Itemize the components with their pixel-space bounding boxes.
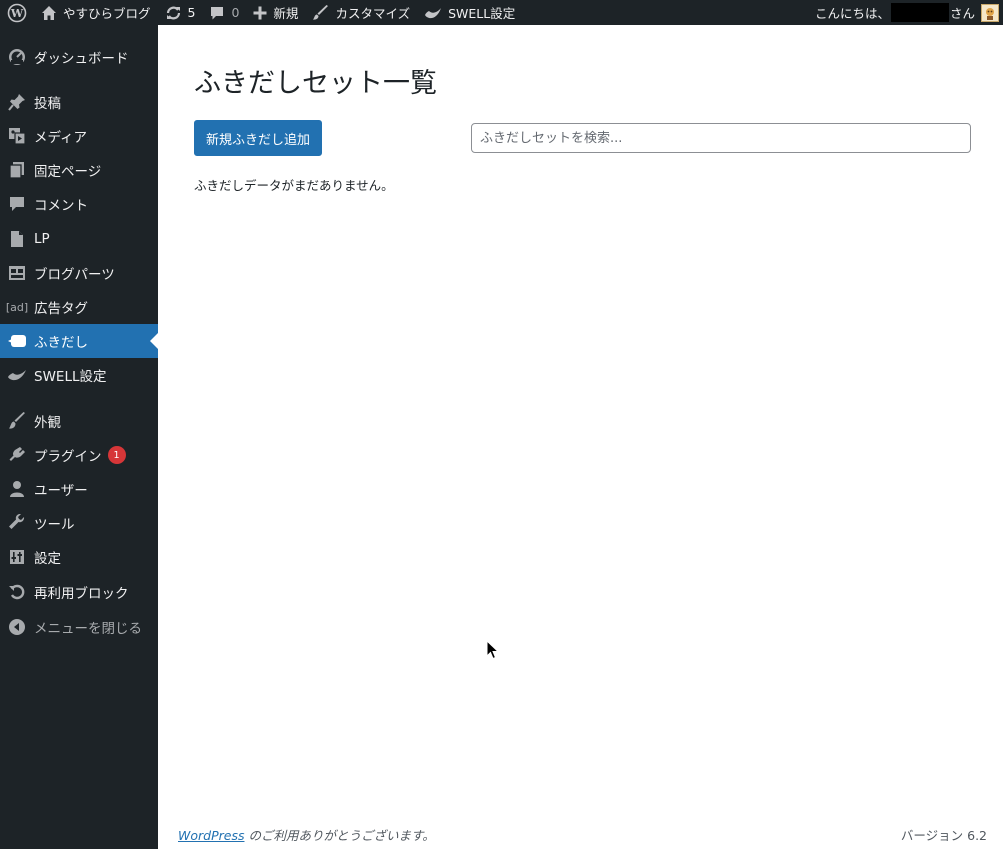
sidebar-item-label: ユーザー <box>34 483 88 499</box>
sidebar-item-label: ふきだし <box>34 335 88 351</box>
sidebar-item-label: 広告タグ <box>34 301 88 317</box>
swell-label: SWELL設定 <box>448 6 516 21</box>
collapse-menu-button[interactable]: メニューを閉じる <box>0 610 158 644</box>
updates-link[interactable]: 5 <box>158 0 203 25</box>
media-icon <box>0 127 34 145</box>
sidebar-item-label: SWELL設定 <box>34 369 107 385</box>
swell-settings-link[interactable]: SWELL設定 <box>417 0 522 25</box>
sidebar-item-label: プラグイン <box>34 449 102 465</box>
sidebar-item-label: 固定ページ <box>34 164 102 180</box>
ad-icon: [ad] <box>0 301 34 314</box>
sidebar-item-lp[interactable]: LP <box>0 222 158 256</box>
sidebar-item-ad-tags[interactable]: [ad] 広告タグ <box>0 290 158 324</box>
sidebar-item-label: 設定 <box>34 551 61 567</box>
my-account-link[interactable]: こんにちは、 さん <box>808 0 1003 25</box>
reusable-icon <box>0 583 34 601</box>
sidebar-item-fukidashi[interactable]: ふきだし <box>0 324 158 358</box>
comments-link[interactable]: 0 <box>202 0 246 25</box>
sidebar-item-blog-parts[interactable]: ブログパーツ <box>0 256 158 290</box>
appearance-icon <box>0 412 34 430</box>
updates-icon <box>165 5 182 21</box>
sidebar-item-label: ブログパーツ <box>34 267 115 283</box>
customize-label: カスタマイズ <box>335 6 411 21</box>
sidebar-item-appearance[interactable]: 外観 <box>0 404 158 438</box>
document-icon <box>0 230 34 248</box>
user-icon <box>0 480 34 498</box>
comment-icon <box>209 5 225 21</box>
greeting-suffix: さん <box>949 6 975 21</box>
sidebar-item-pages[interactable]: 固定ページ <box>0 153 158 187</box>
sidebar-item-posts[interactable]: 投稿 <box>0 85 158 119</box>
sidebar-item-users[interactable]: ユーザー <box>0 472 158 506</box>
sidebar-item-label: メニューを閉じる <box>34 621 142 637</box>
home-icon <box>41 5 57 21</box>
add-fukidashi-button[interactable]: 新規ふきだし追加 <box>194 120 322 156</box>
footer-version: バージョン 6.2 <box>900 828 987 843</box>
plus-icon <box>253 6 267 20</box>
sidebar-item-swell-settings[interactable]: SWELL設定 <box>0 358 158 392</box>
main-content: ふきだしセット一覧 新規ふきだし追加 ふきだしデータがまだありません。 Word… <box>158 25 1003 849</box>
speech-bubble-icon <box>0 333 34 349</box>
updates-count: 5 <box>187 5 196 20</box>
redacted-username <box>890 3 949 22</box>
new-label: 新規 <box>273 6 299 21</box>
wordpress-logo-link[interactable]: W <box>0 0 34 25</box>
sidebar-item-label: メディア <box>34 130 88 146</box>
mouse-cursor-icon <box>486 639 500 664</box>
sidebar-item-dashboard[interactable]: ダッシュボード <box>0 40 158 74</box>
sidebar-item-label: ツール <box>34 517 75 533</box>
site-name-link[interactable]: やすひらブログ <box>34 0 158 25</box>
wordpress-logo-icon: W <box>7 3 27 23</box>
search-input[interactable] <box>471 123 971 153</box>
site-name: やすひらブログ <box>63 6 151 21</box>
sidebar-item-comments[interactable]: コメント <box>0 187 158 221</box>
wordpress-link[interactable]: WordPress <box>178 828 244 843</box>
sidebar-item-label: コメント <box>34 198 88 214</box>
pages-icon <box>0 161 34 179</box>
layout-icon <box>0 264 34 282</box>
admin-sidebar: ダッシュボード 投稿 メディア 固定ページ コメント LP ブログパーツ [ad… <box>0 25 158 849</box>
comment-icon <box>0 195 34 213</box>
plugin-icon <box>0 446 34 464</box>
new-content-link[interactable]: 新規 <box>246 0 305 25</box>
sidebar-item-tools[interactable]: ツール <box>0 506 158 540</box>
footer-thanks: WordPress のご利用ありがとうございます。 <box>178 825 435 844</box>
empty-message: ふきだしデータがまだありません。 <box>194 178 394 193</box>
sidebar-item-plugins[interactable]: プラグイン 1 <box>0 438 158 472</box>
avatar <box>981 3 999 22</box>
collapse-icon <box>0 618 34 636</box>
sidebar-item-reusable-blocks[interactable]: 再利用ブロック <box>0 575 158 609</box>
sidebar-item-settings[interactable]: 設定 <box>0 540 158 574</box>
brush-icon <box>312 4 329 21</box>
sidebar-item-label: 投稿 <box>34 96 61 112</box>
swell-icon <box>0 367 34 383</box>
plugin-update-badge: 1 <box>107 446 126 464</box>
swell-icon <box>424 5 442 21</box>
sidebar-item-media[interactable]: メディア <box>0 119 158 153</box>
sidebar-item-label: LP <box>34 231 50 247</box>
ad-icon-text: [ad] <box>5 300 29 314</box>
page-title: ふきだしセット一覧 <box>194 68 437 99</box>
pin-icon <box>0 93 34 111</box>
svg-text:W: W <box>10 7 24 20</box>
admin-bar: W やすひらブログ 5 0 新規 カスタマイズ SWELL設定 こんにちは、 さ… <box>0 0 1003 25</box>
footer-thanks-text: のご利用ありがとうございます。 <box>244 828 435 843</box>
greeting-prefix: こんにちは、 <box>814 6 890 21</box>
customize-link[interactable]: カスタマイズ <box>305 0 417 25</box>
sidebar-item-label: ダッシュボード <box>34 51 129 67</box>
sidebar-item-label: 再利用ブロック <box>34 586 129 602</box>
sidebar-item-label: 外観 <box>34 415 61 431</box>
wrench-icon <box>0 514 34 532</box>
settings-icon <box>0 548 34 566</box>
dashboard-icon <box>0 48 34 66</box>
comments-count: 0 <box>231 5 240 20</box>
